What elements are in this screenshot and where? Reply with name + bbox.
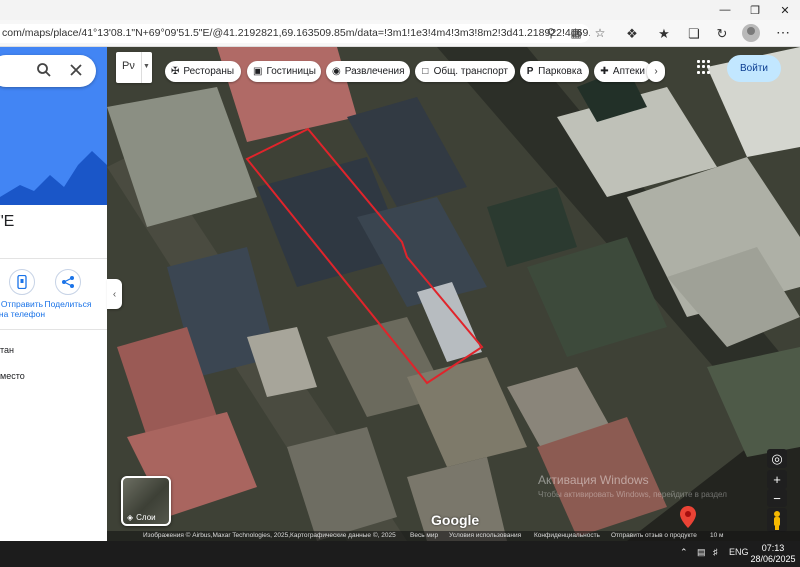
clock-time: 07:13 [761, 543, 785, 553]
share-button[interactable]: Поделиться [40, 269, 96, 309]
address-bar: com/maps/place/41°13'08.1"N+69°09'51.5"E… [0, 20, 800, 47]
collapse-panel-button[interactable]: ‹ [107, 279, 122, 309]
location-icon[interactable]: ⚲ [543, 25, 559, 41]
collections-icon[interactable]: ❏ [684, 24, 704, 43]
divider [0, 329, 107, 330]
restore-icon[interactable]: ❐ [740, 0, 770, 20]
windows-activation-text: Чтобы активировать Windows, перейдите в … [538, 490, 727, 499]
zoom-in-button[interactable]: + [767, 470, 787, 489]
place-panel: "E Отправить на телефон Поделиться тан м… [0, 47, 107, 541]
chip-label: Развлечения [344, 66, 405, 77]
screen: — ❐ ✕ com/maps/place/41°13'08.1"N+69°09'… [0, 0, 800, 567]
share-icon [55, 269, 81, 295]
search-icon[interactable] [36, 62, 52, 78]
chip-label: Рестораны [183, 66, 235, 77]
close-icon[interactable] [68, 62, 84, 78]
select-divider [141, 52, 142, 83]
apps-grid-icon[interactable] [697, 60, 711, 74]
grid-icon[interactable]: ▦ [568, 25, 584, 41]
send-to-phone-label-2: на телефон [0, 309, 46, 319]
address-line: тан [0, 345, 14, 355]
url-field[interactable]: com/maps/place/41°13'08.1"N+69°09'51.5"E… [0, 24, 590, 43]
location-pin-icon[interactable] [680, 506, 696, 528]
my-location-icon[interactable]: ◎ [767, 449, 787, 468]
sign-in-button[interactable]: Войти [727, 55, 781, 82]
layers-label: Слои [136, 513, 156, 522]
chip-label: Аптеки [612, 66, 645, 77]
star-icon[interactable]: ☆ [592, 25, 608, 41]
search-box[interactable] [0, 55, 96, 87]
satellite-map[interactable] [107, 47, 800, 541]
windows-activation-title: Активация Windows [538, 473, 649, 487]
volume-icon[interactable]: ♯ [713, 547, 718, 557]
chip-entertainment[interactable]: ◉ Развлечения [326, 61, 410, 82]
chip-label: Гостиницы [266, 66, 316, 77]
zoom-out-button[interactable]: − [767, 489, 787, 507]
language-indicator[interactable]: ENG [729, 547, 749, 557]
divider [0, 258, 107, 259]
chip-parking[interactable]: P Парковка [520, 61, 589, 82]
save-place-line[interactable]: место [0, 371, 25, 381]
phone-icon [9, 269, 35, 295]
terms-link[interactable]: Условия использования [449, 531, 521, 541]
chevron-right-icon[interactable]: › [647, 61, 665, 82]
clock[interactable]: 07:13 28/06/2025 [750, 543, 796, 565]
google-logo: Google [431, 512, 480, 528]
chevron-up-icon[interactable]: ⌃ [680, 547, 688, 558]
bed-icon: ▣ [253, 66, 263, 77]
chip-pharmacies[interactable]: ✚ Аптеки [594, 61, 652, 82]
place-title: "E [0, 213, 15, 230]
close-window-icon[interactable]: ✕ [770, 0, 800, 20]
bus-icon: □ [422, 66, 429, 77]
language-select-label: Рν [122, 60, 135, 72]
extension-icon[interactable]: ❖ [622, 24, 642, 43]
camera-icon: ◉ [332, 66, 341, 77]
more-menu-icon[interactable]: ⋯ [773, 24, 793, 42]
chip-restaurants[interactable]: ✠ Рестораны [165, 61, 241, 82]
taskbar: ⌃ ▤ ♯ ENG 07:13 28/06/2025 [0, 541, 800, 567]
pharmacy-icon: ✚ [600, 66, 609, 77]
chip-label: Парковка [538, 66, 582, 77]
layers-icon: ◈ [127, 513, 134, 522]
chevron-down-icon: ▼ [143, 63, 150, 70]
favorites-icon[interactable]: ★ [654, 24, 674, 43]
clock-date: 28/06/2025 [750, 554, 796, 564]
language-select[interactable]: Рν ▼ [116, 52, 152, 83]
fork-knife-icon: ✠ [171, 66, 180, 77]
world-link[interactable]: Весь мир [410, 531, 438, 541]
layers-button[interactable]: ◈ Слои [121, 476, 171, 526]
parking-icon: P [526, 66, 534, 77]
pegman-icon[interactable] [767, 508, 787, 532]
share-label: Поделиться [44, 299, 92, 309]
chip-transit[interactable]: □ Общ. транспорт [415, 61, 515, 82]
avatar[interactable] [742, 24, 760, 42]
feedback-link[interactable]: Отправить отзыв о продукте [611, 531, 697, 541]
browser-title-bar: — ❐ ✕ [0, 0, 800, 20]
scale-label[interactable]: 10 м [710, 531, 724, 541]
chip-label: Общ. транспорт [433, 66, 508, 77]
minimize-icon[interactable]: — [710, 0, 740, 20]
history-icon[interactable]: ↻ [712, 24, 732, 43]
satellite-imagery [107, 47, 800, 541]
privacy-link[interactable]: Конфиденциальность [534, 531, 600, 541]
imagery-credit: Изображения © Airbus,Maxar Technologies,… [143, 532, 396, 539]
map-attribution: Изображения © Airbus,Maxar Technologies,… [107, 531, 800, 541]
chip-hotels[interactable]: ▣ Гостиницы [247, 61, 321, 82]
network-icon[interactable]: ▤ [697, 547, 706, 558]
